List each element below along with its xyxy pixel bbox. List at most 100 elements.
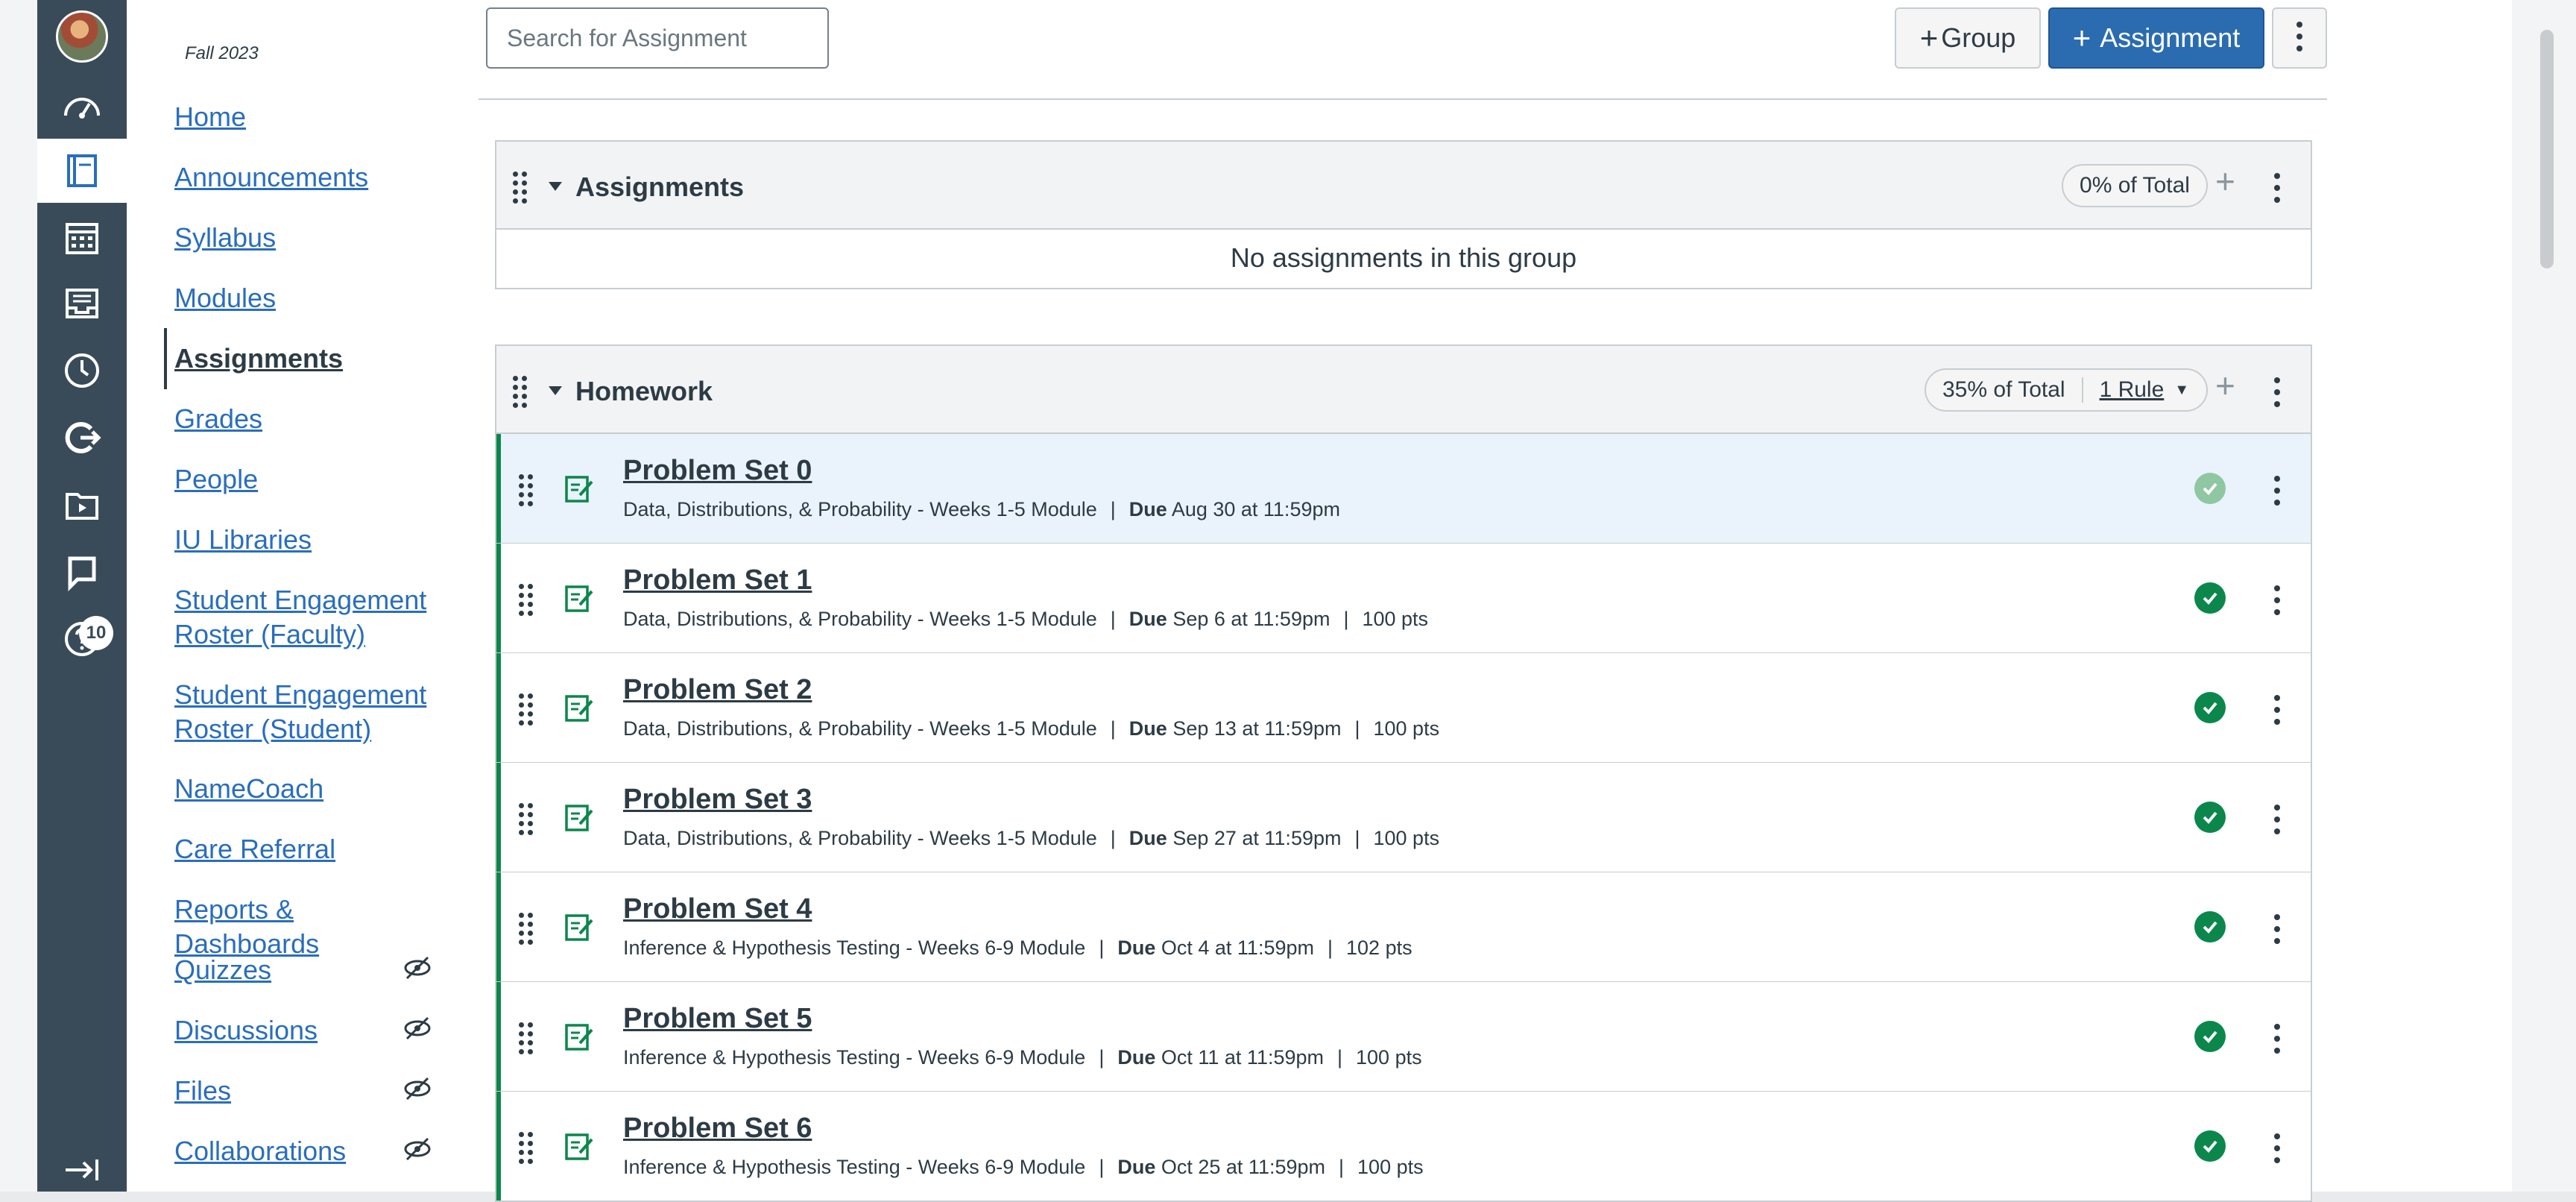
chevron-down-icon: ▼: [2174, 381, 2190, 398]
collapse-caret-icon[interactable]: [549, 386, 562, 395]
assignment-title-link[interactable]: Problem Set 1: [623, 564, 812, 597]
drag-handle-icon[interactable]: [519, 913, 535, 945]
nav-student-engagement-roster-faculty[interactable]: Student Engagement Roster (Faculty): [174, 583, 428, 652]
drag-handle-icon[interactable]: [519, 474, 535, 506]
checkmark-icon: [2203, 811, 2217, 824]
kebab-icon[interactable]: [2273, 1133, 2281, 1166]
kebab-icon[interactable]: [2273, 585, 2281, 618]
published-check-icon[interactable]: [2194, 692, 2226, 723]
published-check-icon[interactable]: [2194, 1021, 2226, 1052]
published-check-icon[interactable]: [2194, 911, 2226, 943]
group-rules-link[interactable]: 1 Rule: [2083, 377, 2175, 403]
due-date: Sep 13 at 11:59pm: [1172, 717, 1342, 740]
help-button[interactable]: 10: [37, 607, 127, 671]
history-button[interactable]: [37, 339, 127, 403]
kebab-icon[interactable]: [2273, 476, 2281, 509]
nav-home[interactable]: Home: [174, 100, 428, 134]
kebab-icon[interactable]: [2273, 1024, 2281, 1057]
drag-handle-icon[interactable]: [519, 803, 535, 835]
assignment-row[interactable]: Problem Set 1 Data, Distributions, & Prob…: [495, 544, 2312, 654]
drag-handle-icon[interactable]: [519, 1022, 535, 1054]
nav-discussions[interactable]: Discussions: [174, 1013, 428, 1048]
nav-modules[interactable]: Modules: [174, 281, 428, 315]
collapse-caret-icon[interactable]: [549, 182, 562, 191]
nav-student-engagement-roster-student[interactable]: Student Engagement Roster (Student): [174, 678, 428, 746]
separator: |: [1343, 608, 1349, 630]
kebab-icon[interactable]: [2273, 377, 2281, 410]
nav-files[interactable]: Files: [174, 1074, 428, 1108]
nav-grades[interactable]: Grades: [174, 402, 428, 436]
due-label: Due: [1128, 717, 1167, 740]
assignment-title-link[interactable]: Problem Set 6: [623, 1113, 812, 1145]
due-date: Oct 11 at 11:59pm: [1161, 1046, 1324, 1069]
feedback-button[interactable]: [37, 540, 127, 604]
published-check-icon[interactable]: [2194, 473, 2226, 504]
group-weight-pill: 0% of Total: [2062, 164, 2208, 207]
assignment-row[interactable]: Problem Set 0 Data, Distributions, & Prob…: [495, 434, 2312, 544]
global-navigation: 10: [37, 0, 127, 1192]
nav-syllabus[interactable]: Syllabus: [174, 221, 428, 255]
kebab-icon[interactable]: [2273, 805, 2281, 837]
add-assignment-button[interactable]: + Assignment: [2048, 7, 2264, 69]
courses-button[interactable]: [37, 139, 127, 203]
module-name: Data, Distributions, & Probability - Wee…: [623, 608, 1097, 630]
drag-handle-icon[interactable]: [519, 584, 535, 616]
published-indicator-bar: [496, 872, 501, 981]
search-assignment-input[interactable]: Search for Assignment: [486, 7, 829, 69]
assignment-row[interactable]: Problem Set 3 Data, Distributions, & Prob…: [495, 763, 2312, 873]
studio-button[interactable]: [37, 473, 127, 537]
assignment-title-link[interactable]: Problem Set 0: [623, 455, 812, 487]
assignment-title-link[interactable]: Problem Set 2: [623, 674, 812, 706]
help-badge: 10: [79, 616, 113, 650]
separator: |: [1110, 608, 1116, 630]
assignment-row[interactable]: Problem Set 4 Inference & Hypothesis Test…: [495, 872, 2312, 983]
kebab-icon[interactable]: [2273, 173, 2281, 206]
nav-iu-libraries[interactable]: IU Libraries: [174, 523, 428, 557]
published-check-icon[interactable]: [2194, 582, 2226, 614]
nav-quizzes[interactable]: Quizzes: [174, 953, 428, 987]
add-to-group-icon[interactable]: +: [2215, 365, 2235, 406]
group-title[interactable]: Assignments: [575, 172, 744, 203]
drag-handle-icon[interactable]: [513, 172, 529, 204]
due-label: Due: [1117, 1156, 1156, 1178]
nav-collaborations[interactable]: Collaborations: [174, 1134, 428, 1168]
nav-namecoach[interactable]: NameCoach: [174, 772, 428, 806]
assignment-title-link[interactable]: Problem Set 3: [623, 784, 812, 816]
account-avatar-button[interactable]: [37, 4, 127, 69]
add-group-button[interactable]: + Group: [1895, 7, 2041, 69]
drag-handle-icon[interactable]: [513, 376, 529, 408]
commons-button[interactable]: [37, 406, 127, 470]
published-check-icon[interactable]: [2194, 1130, 2226, 1162]
assignment-icon: [565, 476, 593, 503]
dashboard-button[interactable]: [37, 75, 127, 139]
hidden-eye-icon: [404, 1077, 431, 1101]
nav-care-referral[interactable]: Care Referral: [174, 832, 428, 866]
group-title[interactable]: Homework: [575, 376, 713, 407]
collapse-nav-button[interactable]: [37, 1148, 127, 1192]
drag-handle-icon[interactable]: [519, 1132, 535, 1164]
nav-reports-dashboards[interactable]: Reports & Dashboards: [174, 893, 428, 961]
assignment-title-link[interactable]: Problem Set 5: [623, 1003, 812, 1035]
assignment-row[interactable]: Problem Set 2 Data, Distributions, & Prob…: [495, 653, 2312, 764]
assignment-row[interactable]: Problem Set 6 Inference & Hypothesis Test…: [495, 1092, 2312, 1202]
module-name: Inference & Hypothesis Testing - Weeks 6…: [623, 937, 1086, 959]
module-name: Data, Distributions, & Probability - Wee…: [623, 717, 1097, 740]
add-to-group-icon[interactable]: +: [2215, 161, 2235, 201]
drag-handle-icon[interactable]: [519, 693, 535, 726]
checkmark-icon: [2203, 921, 2217, 934]
calendar-button[interactable]: [37, 206, 127, 270]
nav-people[interactable]: People: [174, 462, 428, 497]
points: 100 pts: [1357, 1156, 1424, 1178]
published-check-icon[interactable]: [2194, 802, 2226, 833]
published-indicator-bar: [496, 982, 501, 1091]
scrollbar[interactable]: [2540, 30, 2554, 268]
kebab-icon[interactable]: [2273, 695, 2281, 728]
kebab-icon[interactable]: [2273, 914, 2281, 947]
inbox-button[interactable]: [37, 271, 127, 336]
nav-assignments[interactable]: Assignments: [174, 342, 428, 376]
assignment-row[interactable]: Problem Set 5 Inference & Hypothesis Test…: [495, 982, 2312, 1092]
nav-announcements[interactable]: Announcements: [174, 160, 428, 195]
page-options-button[interactable]: [2272, 7, 2327, 69]
assignment-title-link[interactable]: Problem Set 4: [623, 893, 812, 925]
published-indicator-bar: [496, 763, 501, 872]
